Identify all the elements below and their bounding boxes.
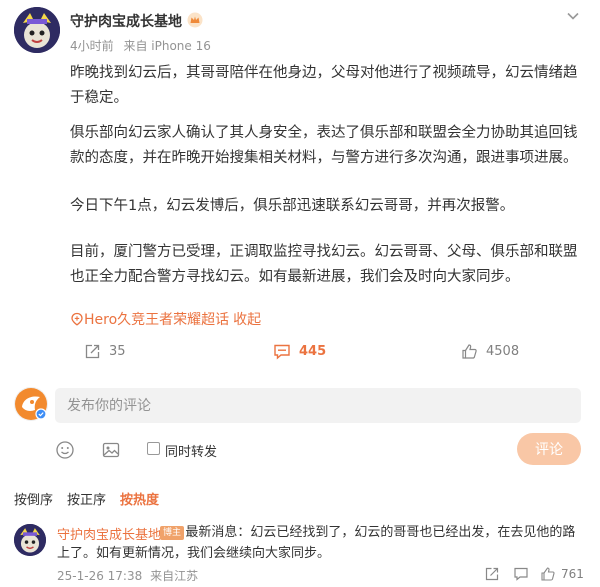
author-avatar[interactable] [14,7,60,53]
topic-link[interactable]: Hero久竞王者荣耀超话 [84,309,229,329]
post-paragraph: 目前，厦门警方已受理，正调取监控寻找幻云。幻云哥哥、父母、俱乐部和联盟也正全力配… [70,244,578,285]
comment-input[interactable] [55,388,581,423]
comment-location: 来自江苏 [150,569,199,583]
repost-icon [85,344,100,358]
repost-option-label: 同时转发 [165,445,218,460]
share-icon[interactable] [484,566,500,582]
comment-like-count: 761 [561,567,584,581]
post-meta: 4小时前 来自 iPhone 16 [70,37,211,54]
sort-hot-tab[interactable]: 按热度 [120,489,159,509]
post-paragraph: 今日下午1点，幻云发博后，俱乐部迅速联系幻云哥哥，并再次报警。 [70,198,515,214]
author-badge: 博主 [160,526,185,540]
sort-latest-tab[interactable]: 按倒序 [14,489,53,509]
sort-tabs: 按倒序 按正序 按热度 [14,489,173,509]
avatar-illustration [14,7,60,53]
comment-author-avatar[interactable] [14,524,46,556]
post-source: 来自 iPhone 16 [123,39,211,53]
submit-comment-button[interactable]: 评论 [517,433,581,465]
comment-icon [274,344,290,360]
like-icon [462,343,477,359]
image-icon[interactable] [101,440,121,460]
emoji-icon[interactable] [55,440,75,460]
author-name[interactable]: 守护肉宝成长基地 [70,11,182,31]
crown-icon [187,12,203,28]
comment-count: 445 [299,343,327,359]
comment-date: 25-1-26 17:38 [57,569,143,583]
post-paragraph: 昨晚找到幻云后，其哥哥陪伴在他身边，父母对他进行了视频疏导，幻云情绪趋于稳定。 [70,65,578,106]
like-icon[interactable] [540,566,556,582]
reply-icon[interactable] [513,566,529,582]
post-time: 4小时前 [70,39,114,53]
topic-line: Hero久竞王者荣耀超话 收起 [70,309,261,329]
action-bar: 35 445 4508 [0,338,600,364]
collapse-link[interactable]: 收起 [233,309,261,329]
avatar-illustration [14,524,46,556]
repost-count: 35 [109,343,126,359]
repost-button[interactable]: 35 [84,338,126,364]
user-avatar-icon [15,388,47,420]
like-button[interactable]: 4508 [461,338,519,364]
repost-checkbox[interactable] [147,442,160,455]
composer-avatar[interactable] [14,387,48,421]
post-paragraph: 俱乐部向幻云家人确认了其人身安全，表达了俱乐部和联盟会全力协助其追回钱款的态度，… [70,125,578,166]
like-count: 4508 [486,343,520,359]
sort-oldest-tab[interactable]: 按正序 [67,489,106,509]
comment-button[interactable]: 445 [273,338,326,364]
topic-icon [71,312,83,326]
comment-author[interactable]: 守护肉宝成长基地 [57,524,161,543]
chevron-down-icon[interactable] [566,9,580,23]
comment-meta: 25-1-26 17:38 来自江苏 [57,567,198,584]
